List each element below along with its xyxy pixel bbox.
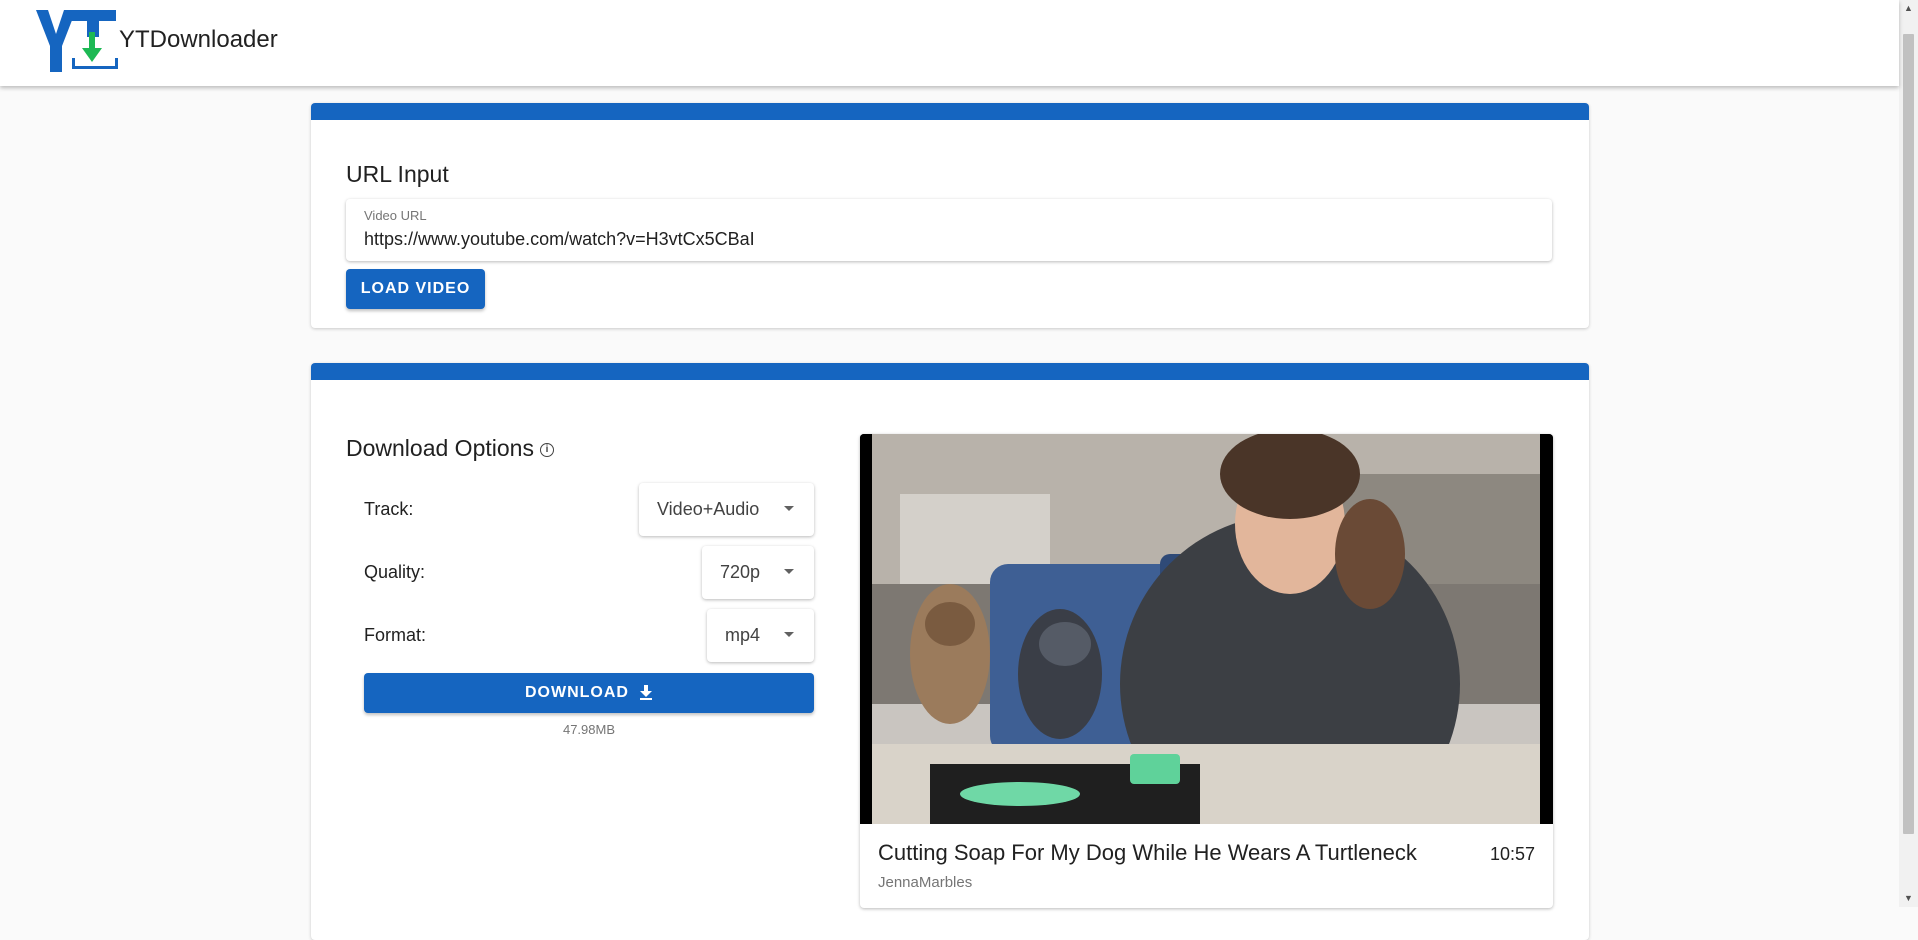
format-select-value: mp4 <box>725 625 761 645</box>
url-input-card: URL Input Video URL LOAD VIDEO <box>311 103 1589 328</box>
url-input-heading: URL Input <box>346 161 449 187</box>
chevron-down-icon <box>784 632 794 637</box>
video-channel[interactable]: JennaMarbles <box>878 874 972 891</box>
quality-label: Quality: <box>364 562 426 582</box>
logo-icon <box>36 10 118 72</box>
download-button[interactable]: DOWNLOAD <box>364 673 814 713</box>
scrollbar-thumb[interactable] <box>1903 34 1914 834</box>
video-title: Cutting Soap For My Dog While He Wears A… <box>878 840 1417 865</box>
app-title: YTDownloader <box>119 26 278 53</box>
download-options-title: Download Options <box>346 435 534 461</box>
quality-select-value: 720p <box>720 562 761 582</box>
track-select-value: Video+Audio <box>657 499 760 519</box>
file-size: 47.98MB <box>562 722 616 737</box>
download-card: Download Options i Track: Video+Audio Qua… <box>311 363 1589 940</box>
video-preview-card: Cutting Soap For My Dog While He Wears A… <box>860 434 1553 908</box>
video-duration: 10:57 <box>1489 844 1535 864</box>
video-url-input[interactable] <box>364 229 1524 250</box>
track-label: Track: <box>364 499 414 519</box>
scroll-up-arrow-icon[interactable]: ▲ <box>1899 0 1918 17</box>
chevron-down-icon <box>784 569 794 574</box>
format-select[interactable]: mp4 <box>707 609 814 662</box>
chevron-down-icon <box>784 506 794 511</box>
load-video-button[interactable]: LOAD VIDEO <box>346 269 485 309</box>
download-button-label: DOWNLOAD <box>525 684 629 701</box>
video-url-label: Video URL <box>364 208 427 223</box>
app-bar: YTDownloader <box>0 0 1899 86</box>
video-thumbnail[interactable] <box>860 434 1553 824</box>
info-icon[interactable]: i <box>539 442 554 457</box>
quality-select[interactable]: 720p <box>702 546 814 599</box>
video-url-field[interactable]: Video URL <box>346 199 1552 261</box>
download-options-heading: Download Options i <box>346 435 554 462</box>
track-select[interactable]: Video+Audio <box>639 483 814 536</box>
format-label: Format: <box>364 625 427 645</box>
download-icon <box>639 684 652 700</box>
scroll-down-arrow-icon[interactable]: ▼ <box>1899 890 1918 907</box>
scrollbar[interactable]: ▲ ▼ <box>1899 0 1918 907</box>
